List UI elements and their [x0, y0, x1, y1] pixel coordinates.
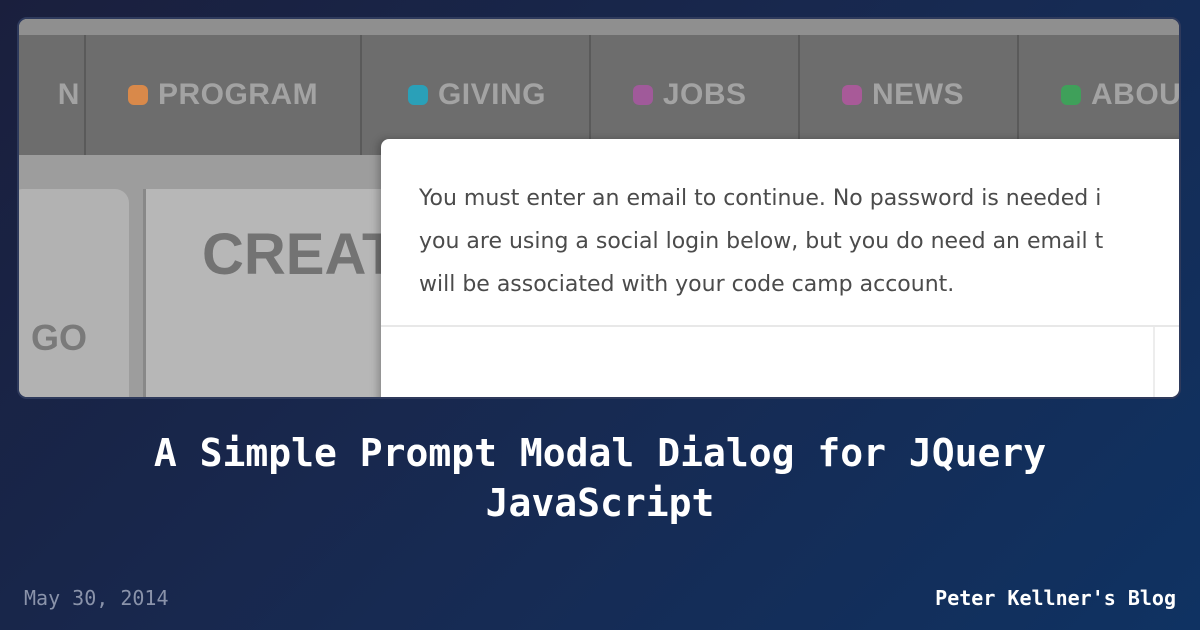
nav-item-about[interactable]: ABOU — [1019, 35, 1179, 155]
prompt-modal-dialog: You must enter an email to continue. No … — [381, 139, 1179, 397]
featured-screenshot: N PROGRAM GIVING JOBS NEWS ABOU GO CREAT — [17, 17, 1181, 399]
nav-item-label: PROGRAM — [157, 78, 319, 111]
nav-item-label: NEWS — [872, 78, 965, 111]
nav-item-label: ABOU — [1091, 78, 1181, 111]
modal-message: You must enter an email to continue. No … — [419, 177, 1179, 306]
site-nav-bar: N PROGRAM GIVING JOBS NEWS ABOU — [19, 35, 1179, 155]
main-heading: CREAT — [202, 222, 398, 287]
post-date: May 30, 2014 — [24, 586, 169, 610]
left-panel: GO — [19, 189, 129, 397]
blog-name[interactable]: Peter Kellner's Blog — [935, 586, 1176, 610]
left-panel-text: GO — [30, 317, 87, 358]
nav-item-news[interactable]: NEWS — [800, 35, 1019, 155]
nav-item-partial[interactable]: N — [19, 35, 86, 155]
nav-item-label: N — [57, 78, 80, 111]
post-title: A Simple Prompt Modal Dialog for JQuery … — [153, 431, 1047, 525]
program-dot-icon — [127, 85, 148, 105]
jobs-dot-icon — [632, 85, 653, 105]
about-dot-icon — [1061, 85, 1081, 105]
giving-dot-icon — [407, 85, 428, 105]
nav-item-label: GIVING — [437, 78, 546, 111]
modal-divider — [381, 325, 1179, 327]
nav-item-giving[interactable]: GIVING — [362, 35, 591, 155]
modal-column-divider — [1153, 327, 1155, 397]
modal-message-line: will be associated with your code camp a… — [419, 272, 955, 297]
site-top-strip — [19, 19, 1179, 35]
modal-message-line: You must enter an email to continue. No … — [419, 186, 1102, 211]
nav-item-label: JOBS — [662, 78, 747, 111]
nav-item-jobs[interactable]: JOBS — [591, 35, 801, 155]
nav-item-program[interactable]: PROGRAM — [86, 35, 362, 155]
modal-message-line: you are using a social login below, but … — [419, 229, 1104, 254]
news-dot-icon — [842, 85, 863, 105]
